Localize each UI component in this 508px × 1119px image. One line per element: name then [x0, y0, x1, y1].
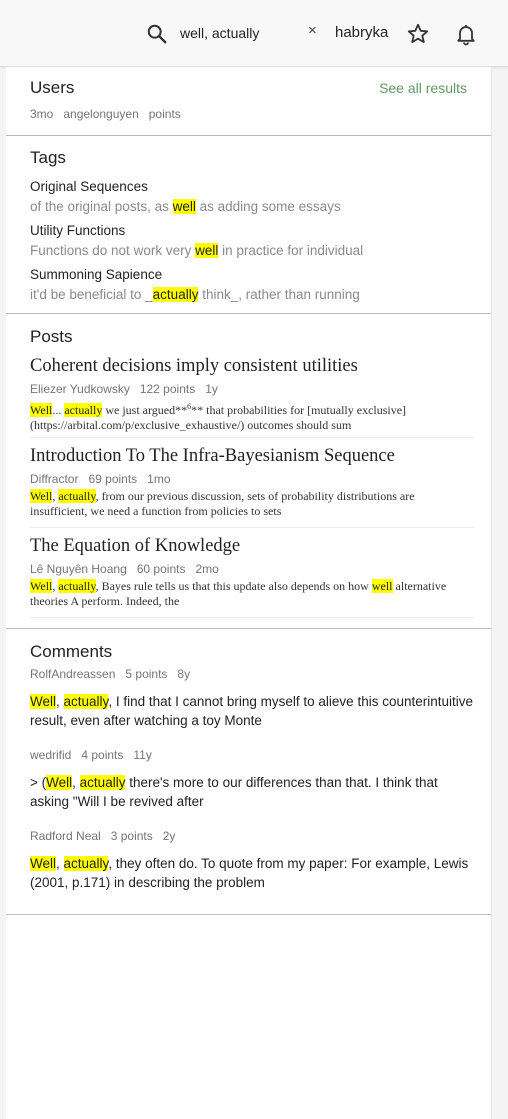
tag-name: Utility Functions: [30, 223, 126, 238]
post-title: Coherent decisions imply consistent util…: [30, 356, 358, 376]
users-section-title: Users: [30, 78, 75, 97]
post-result[interactable]: The Equation of Knowledge Lê Nguyên Hoan…: [30, 535, 474, 618]
tags-section-title: Tags: [30, 148, 66, 167]
post-snippet: Well... actually we just argued**6** tha…: [30, 402, 407, 432]
star-icon[interactable]: [406, 22, 430, 46]
tag-result[interactable]: Utility Functions Functions do not work …: [30, 222, 363, 260]
comment-result[interactable]: RolfAndreassen 5 points 8y Well, actually,…: [30, 666, 480, 730]
post-meta: Eliezer Yudkowsky 122 points 1y: [30, 382, 218, 396]
user-result[interactable]: 3mo angelonguyen points: [30, 107, 191, 121]
comment-meta: RolfAndreassen 5 points 8y: [30, 667, 191, 681]
comments-section-title: Comments: [30, 642, 113, 661]
tags-section: Tags Original Sequences of the original …: [6, 135, 491, 314]
post-result[interactable]: Introduction To The Infra-Bayesianism Se…: [30, 445, 474, 528]
highlight: actually: [152, 287, 199, 302]
comment-body: > (Well, actually there's more to our di…: [30, 775, 438, 809]
comments-section: Comments RolfAndreassen 5 points 8y Well, …: [6, 629, 491, 915]
tag-snippet: it'd be beneficial to _actually think_, …: [30, 287, 360, 302]
comment-meta: Radford Neal 3 points 2y: [30, 829, 176, 843]
comment-result[interactable]: wedrifid 4 points 11y > (Well, actually th…: [30, 747, 480, 811]
posts-section: Posts Coherent decisions imply consisten…: [6, 314, 491, 629]
post-snippet: Well, actually, from our previous discus…: [30, 489, 415, 518]
top-bar: × habryka: [0, 0, 508, 67]
highlight: well: [195, 243, 219, 258]
see-all-results-link[interactable]: See all results: [379, 80, 467, 96]
tag-snippet: of the original posts, as well as adding…: [30, 199, 341, 214]
comment-body: Well, actually, they often do. To quote …: [30, 856, 469, 890]
posts-section-title: Posts: [30, 327, 73, 346]
post-title: Introduction To The Infra-Bayesianism Se…: [30, 446, 395, 466]
post-snippet: Well, actually, Bayes rule tells us that…: [30, 579, 447, 608]
user-result-name: angelonguyen: [63, 107, 139, 121]
search-icon[interactable]: [146, 23, 168, 45]
post-meta: Diffractor 69 points 1mo: [30, 472, 171, 486]
highlight: well: [172, 199, 196, 214]
post-result[interactable]: Coherent decisions imply consistent util…: [30, 355, 474, 438]
post-title: The Equation of Knowledge: [30, 536, 241, 556]
comment-meta: wedrifid 4 points 11y: [30, 748, 152, 762]
user-result-age: 3mo: [30, 107, 54, 121]
user-result-points: points: [148, 107, 181, 121]
clear-icon[interactable]: ×: [308, 22, 317, 39]
search-results-panel: Users See all results 3mo angelonguyen poi…: [6, 67, 492, 1119]
post-meta: Lê Nguyên Hoang 60 points 2mo: [30, 562, 219, 576]
comment-result[interactable]: Radford Neal 3 points 2y Well, actually, t…: [30, 828, 480, 892]
search-input[interactable]: [180, 22, 300, 44]
tag-snippet: Functions do not work very well in pract…: [30, 243, 364, 258]
tag-name: Original Sequences: [30, 179, 148, 194]
tag-result[interactable]: Summoning Sapience it'd be beneficial to…: [30, 266, 360, 304]
users-section: Users See all results 3mo angelonguyen poi…: [6, 67, 491, 136]
user-menu[interactable]: habryka: [335, 24, 388, 41]
bell-icon[interactable]: [454, 22, 478, 46]
tag-name: Summoning Sapience: [30, 267, 163, 282]
tag-result[interactable]: Original Sequences of the original posts…: [30, 178, 341, 216]
comment-body: Well, actually, I find that I cannot bri…: [30, 694, 474, 728]
